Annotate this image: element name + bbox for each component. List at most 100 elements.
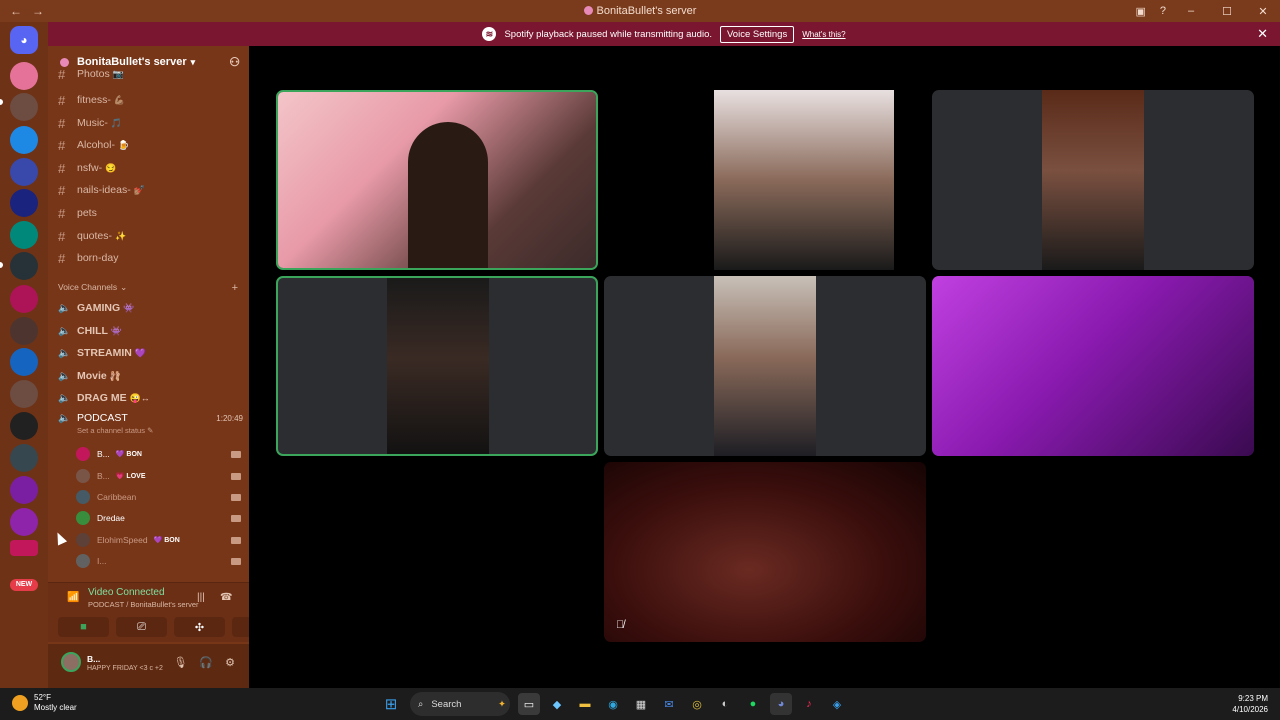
speaker-icon: 🔈 — [58, 412, 71, 424]
speaker-icon: 🔈 — [58, 370, 71, 382]
minimize-button[interactable]: – — [1180, 5, 1202, 17]
taskbar-search[interactable]: ⌕ Search ✦ — [410, 692, 510, 716]
set-channel-status[interactable]: Set a channel status ✎ — [58, 426, 243, 435]
channel-fitness[interactable]: # fitness- 💪🏽 — [58, 90, 243, 110]
discord-home-icon[interactable]: ◕ — [10, 26, 38, 54]
avatar — [76, 533, 90, 547]
outlook-icon[interactable]: ✉ — [658, 693, 680, 715]
gear-icon[interactable]: ⚙ — [225, 656, 235, 669]
close-banner-icon[interactable]: ✕ — [1257, 26, 1268, 42]
spotify-icon: ≋ — [482, 27, 497, 41]
server-icon[interactable] — [10, 444, 38, 472]
discord-icon[interactable]: ◕ — [770, 693, 792, 715]
avatar — [76, 554, 90, 568]
participant-silhouette — [408, 122, 488, 268]
voice-channel-movie[interactable]: 🔈 Movie 🩰 — [58, 366, 243, 386]
camera-button[interactable]: ■ — [58, 617, 109, 637]
video-tile[interactable] — [276, 90, 598, 270]
weather-widget[interactable]: 52°F Mostly clear — [12, 693, 77, 713]
close-window-button[interactable]: ✕ — [1252, 5, 1274, 18]
voice-connection-panel: 📶 Video Connected PODCAST / BonitaBullet… — [48, 582, 283, 642]
system-clock[interactable]: 9:23 PM 4/10/2026 — [1232, 693, 1268, 715]
spotify-icon[interactable]: ● — [742, 693, 764, 715]
back-arrow-icon[interactable]: ← — [10, 4, 22, 18]
server-icon[interactable] — [10, 508, 38, 536]
video-tile[interactable] — [932, 276, 1254, 456]
store-icon[interactable]: ▦ — [630, 693, 652, 715]
channel-alcohol[interactable]: # Alcohol- 🍺 — [58, 135, 243, 155]
noise-suppression-icon[interactable]: ||| — [197, 592, 205, 603]
windows-start-icon[interactable]: ⊞ — [380, 693, 402, 715]
whats-this-link[interactable]: What's this? — [802, 30, 845, 39]
channel-nsfw[interactable]: # nsfw- 😏 — [58, 158, 243, 178]
video-camera-icon — [231, 514, 241, 522]
steam-icon[interactable]: ◐ — [714, 693, 736, 715]
forward-arrow-icon[interactable]: → — [32, 4, 44, 18]
activities-button[interactable]: ✣ — [174, 617, 225, 637]
username[interactable]: B... — [87, 654, 100, 664]
server-icon[interactable] — [10, 285, 38, 313]
hash-icon: # — [58, 68, 66, 80]
voice-member[interactable]: B... 💗 LOVE — [76, 467, 241, 485]
avatar — [76, 511, 90, 525]
channel-pets[interactable]: # pets — [58, 203, 243, 223]
channel-music[interactable]: # Music- 🎵 — [58, 113, 243, 133]
server-icon[interactable] — [10, 380, 38, 408]
server-icon[interactable] — [10, 317, 38, 345]
channel-quotes[interactable]: # quotes- ✨ — [58, 226, 243, 246]
inbox-icon[interactable]: ▣ — [1135, 5, 1145, 18]
voice-channel-drag-me[interactable]: 🔈 DRAG ME 😜↔ — [58, 388, 243, 408]
edge-icon[interactable]: ◉ — [602, 693, 624, 715]
voice-member[interactable]: ElohimSpeed 💜 BON — [76, 531, 241, 549]
avatar[interactable] — [61, 652, 81, 672]
video-tile[interactable] — [932, 90, 1254, 270]
hash-icon: # — [58, 92, 66, 108]
server-icon[interactable] — [10, 476, 38, 504]
chrome-icon[interactable]: ◎ — [686, 693, 708, 715]
voice-member[interactable]: B... 💜 BON — [76, 445, 241, 463]
video-tile[interactable]: 🎙̸ — [604, 462, 926, 642]
screen-share-button[interactable]: ⎚ — [116, 617, 167, 637]
server-icon[interactable] — [10, 221, 38, 249]
maximize-button[interactable]: ☐ — [1216, 5, 1238, 18]
video-camera-icon — [231, 557, 241, 565]
connection-location[interactable]: PODCAST / BonitaBullet's server — [88, 600, 199, 609]
voice-member[interactable]: I... — [76, 552, 241, 570]
voice-channel-streamin[interactable]: 🔈 STREAMIN 💜 — [58, 343, 243, 363]
copilot-icon[interactable]: ◆ — [546, 693, 568, 715]
voice-channel-gaming[interactable]: 🔈 GAMING 👾 — [58, 298, 243, 318]
voice-member[interactable]: Caribbean — [76, 488, 241, 506]
microphone-icon[interactable]: 🎙 — [173, 656, 187, 669]
voice-channels-category[interactable]: Voice Channels ⌄ + — [58, 282, 238, 294]
tiktok-icon[interactable]: ♪ — [798, 693, 820, 715]
add-channel-icon[interactable]: + — [232, 282, 238, 294]
server-icon[interactable] — [10, 412, 38, 440]
app-icon[interactable]: ◈ — [826, 693, 848, 715]
headphones-icon[interactable]: 🎧 — [199, 656, 213, 669]
server-icon[interactable] — [10, 126, 38, 154]
video-camera-icon — [231, 450, 241, 458]
invite-people-icon[interactable]: ⚇ — [229, 55, 240, 69]
voice-channel-podcast[interactable]: 🔈 PODCAST 1:20:49 Set a channel status ✎ — [58, 412, 243, 435]
server-icon[interactable] — [10, 158, 38, 186]
video-tile[interactable] — [276, 276, 598, 456]
file-explorer-icon[interactable]: ▬ — [574, 693, 596, 715]
voice-member[interactable]: Dredae — [76, 509, 241, 527]
voice-channel-chill[interactable]: 🔈 CHILL 👾 — [58, 321, 243, 341]
server-icon[interactable] — [10, 540, 38, 556]
video-tile[interactable] — [604, 90, 926, 270]
channel-born-day[interactable]: # born-day — [58, 248, 243, 268]
channel-nails-ideas[interactable]: # nails-ideas- 💅🏽 — [58, 180, 243, 200]
server-icon[interactable] — [10, 93, 38, 121]
hash-icon: # — [58, 160, 66, 176]
video-tile[interactable] — [604, 276, 926, 456]
server-icon[interactable] — [10, 348, 38, 376]
twitch-server-icon[interactable] — [10, 252, 38, 280]
server-icon[interactable] — [10, 189, 38, 217]
task-view-icon[interactable]: ▭ — [518, 693, 540, 715]
voice-settings-button[interactable]: Voice Settings — [720, 25, 795, 43]
disconnect-icon[interactable]: ☎ — [220, 592, 232, 603]
server-icon[interactable] — [10, 62, 38, 90]
channel-photos[interactable]: # Photos 📷 — [58, 68, 243, 80]
help-icon[interactable]: ? — [1160, 5, 1166, 17]
